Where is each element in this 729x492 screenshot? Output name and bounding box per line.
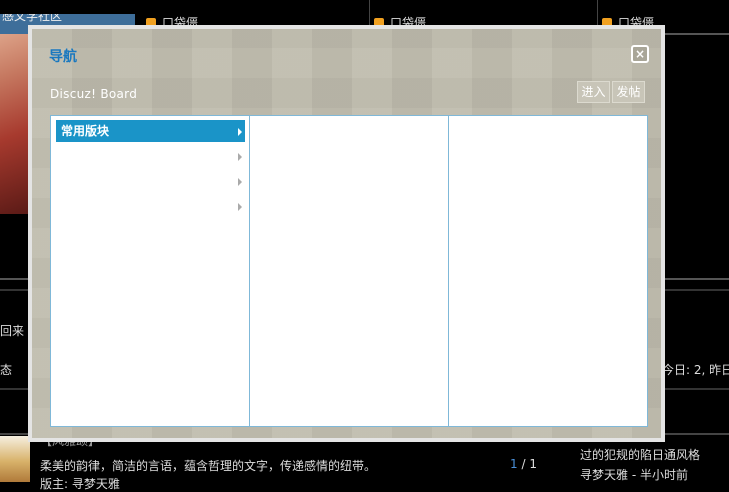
enter-button[interactable]: 进入: [577, 81, 610, 103]
selector-column-1: 常用版块: [51, 116, 250, 426]
row-divider: [665, 33, 729, 35]
nav-item-favorites[interactable]: 常用版块: [56, 120, 245, 142]
nav-item[interactable]: [56, 170, 245, 192]
last-post-title[interactable]: 过的犯规的陷日通风格: [580, 446, 700, 463]
pager-separator: /: [517, 457, 530, 471]
header-photo: [0, 14, 30, 214]
forum-selector: 常用版块: [50, 115, 648, 427]
left-text-2: 态: [0, 363, 13, 377]
pager-current[interactable]: 1: [510, 457, 518, 471]
chevron-right-icon: [238, 128, 242, 136]
selector-column-3: [449, 116, 647, 426]
selector-column-2: [250, 116, 449, 426]
forum-moderator[interactable]: 版主: 寻梦天雅: [40, 475, 120, 492]
pager-total: 1: [529, 457, 537, 471]
nav-item[interactable]: [56, 195, 245, 217]
nav-item-label: 常用版块: [61, 124, 110, 138]
dialog-title: 导航: [49, 49, 77, 65]
board-name: Discuz! Board: [50, 87, 138, 101]
post-button[interactable]: 发帖: [612, 81, 645, 103]
last-post-meta: 寻梦天雅 - 半小时前: [580, 468, 688, 482]
chevron-right-icon: [238, 203, 242, 211]
pager: 1 / 1: [510, 457, 537, 471]
forum-stats: 今日: 2, 昨日: [662, 363, 729, 377]
chevron-right-icon: [238, 178, 242, 186]
forum-icon: [0, 436, 30, 482]
chevron-right-icon: [238, 153, 242, 161]
nav-item[interactable]: [56, 145, 245, 167]
forum-description: 柔美的韵律，简洁的言语，蕴含哲理的文字，传递感情的纽带。: [40, 459, 377, 473]
close-button[interactable]: ×: [631, 45, 649, 63]
left-text-1: 回来: [0, 324, 25, 338]
navigation-dialog: 导航 × Discuz! Board 进入 发帖 常用版块: [28, 25, 665, 442]
dialog-body: 导航 × Discuz! Board 进入 发帖 常用版块: [32, 29, 661, 438]
